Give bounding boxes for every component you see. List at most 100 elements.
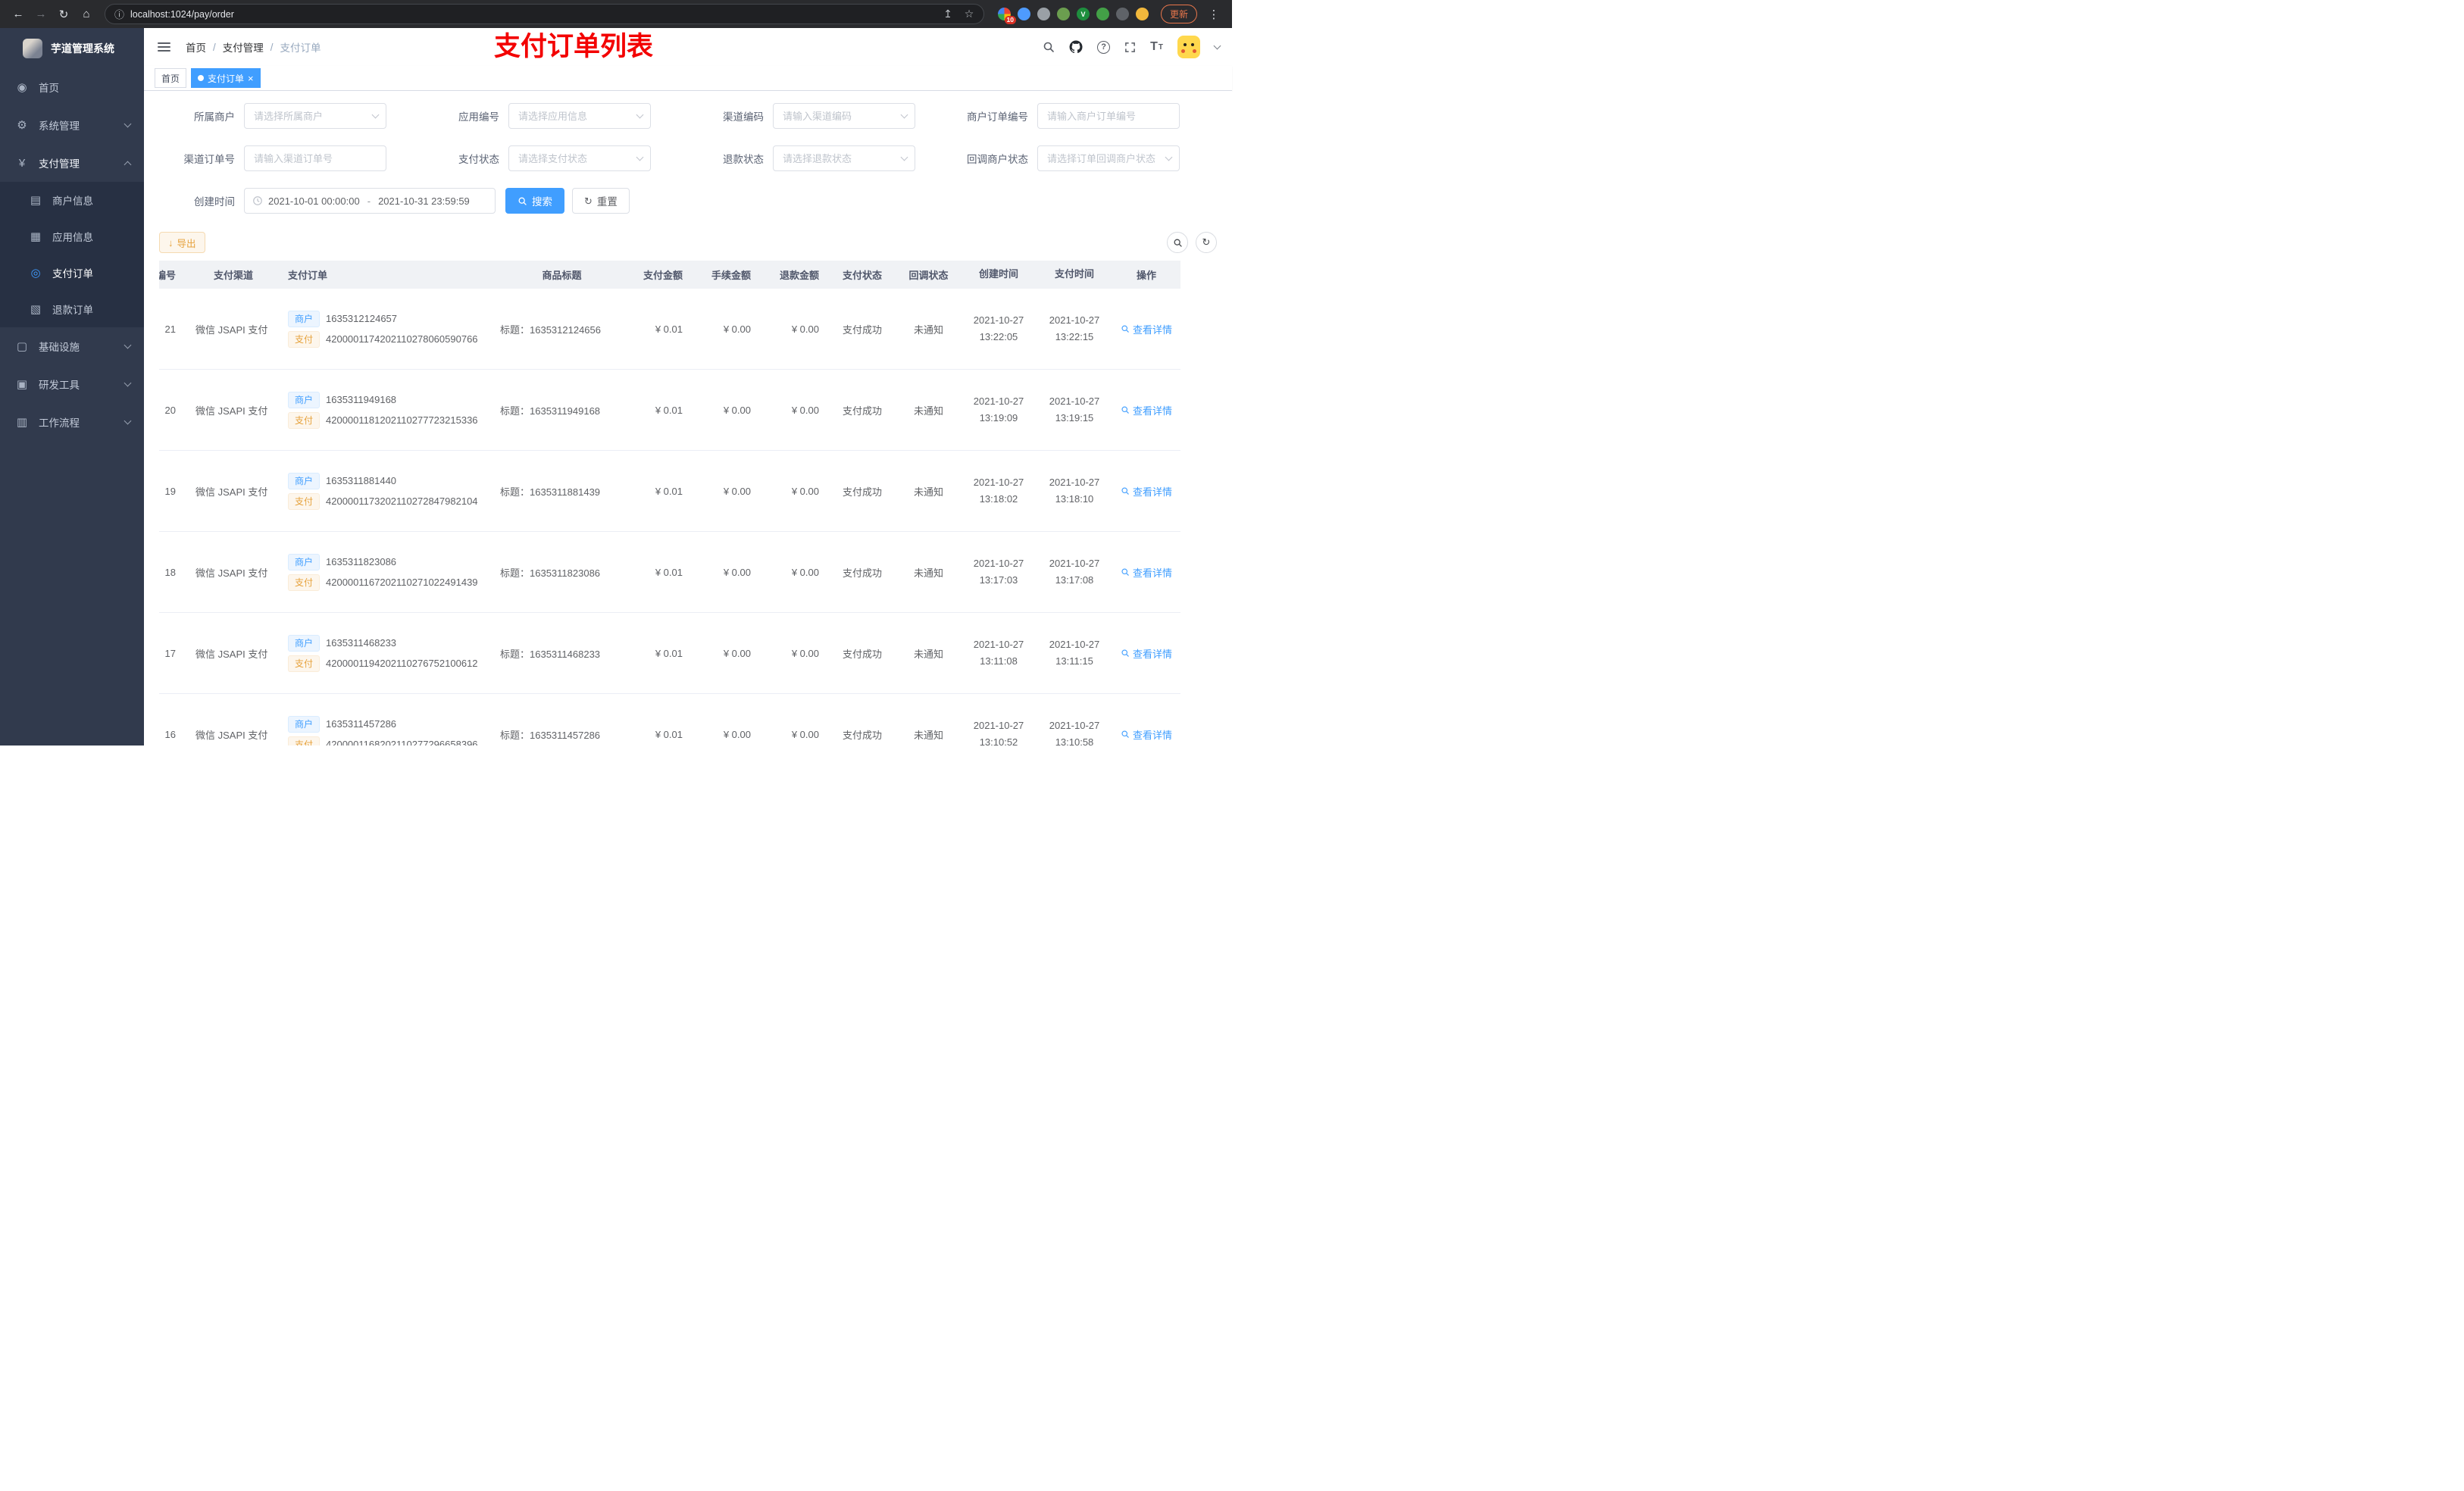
sidebar-item-home[interactable]: ◉ 首页 bbox=[0, 68, 144, 106]
pay-tag: 支付 bbox=[288, 411, 321, 429]
home-icon[interactable]: ⌂ bbox=[76, 4, 97, 25]
user-avatar[interactable] bbox=[1177, 36, 1200, 58]
update-button[interactable]: 更新 bbox=[1160, 5, 1197, 23]
devtools-icon: ▣ bbox=[16, 378, 28, 391]
view-detail-link[interactable]: 查看详情 bbox=[1121, 322, 1172, 336]
extension-chat-icon[interactable] bbox=[1096, 8, 1109, 20]
sidebar-item-infrastructure[interactable]: ▢ 基础设施 bbox=[0, 327, 144, 365]
cell-action: 查看详情 bbox=[1112, 565, 1180, 580]
filter-label: 支付状态 bbox=[458, 154, 499, 165]
reset-button[interactable]: ↻ 重置 bbox=[572, 188, 630, 214]
cell-channel: 微信 JSAPI 支付 bbox=[195, 486, 268, 498]
font-size-icon[interactable]: TT bbox=[1150, 40, 1163, 54]
cell-amount: ¥ 0.01 bbox=[655, 566, 683, 578]
merchant-order-no: 1635311457286 bbox=[326, 718, 397, 730]
chevron-down-icon[interactable] bbox=[1213, 42, 1221, 49]
cell-notify: 未通知 bbox=[913, 567, 943, 579]
pay-tag: 支付 bbox=[288, 492, 321, 510]
sidebar-item-system[interactable]: ⚙ 系统管理 bbox=[0, 106, 144, 144]
app-header: 首页 / 支付管理 / 支付订单 支付订单列表 ? TT bbox=[144, 28, 1232, 66]
help-icon[interactable]: ? bbox=[1097, 40, 1111, 54]
cell-refund: ¥ 0.00 bbox=[791, 404, 819, 416]
filter-select-1[interactable] bbox=[244, 103, 386, 129]
view-detail-link[interactable]: 查看详情 bbox=[1121, 403, 1172, 417]
view-detail-link[interactable]: 查看详情 bbox=[1121, 727, 1172, 742]
cell-action: 查看详情 bbox=[1112, 322, 1180, 336]
cell-title: 标题：1635311881439 bbox=[500, 486, 601, 498]
filter-select-6[interactable] bbox=[508, 145, 651, 171]
info-icon[interactable]: ⓘ bbox=[114, 7, 124, 21]
share-icon[interactable]: ↥ bbox=[938, 5, 958, 23]
refresh-table-button[interactable]: ↻ bbox=[1196, 232, 1217, 253]
sidebar-item-pay-order[interactable]: ◎ 支付订单 bbox=[0, 255, 144, 291]
sidebar-item-merchant-info[interactable]: ▤ 商户信息 bbox=[0, 182, 144, 218]
filter-select-2[interactable] bbox=[508, 103, 651, 129]
logo-avatar bbox=[23, 38, 42, 58]
cell-id: 19 bbox=[164, 485, 176, 497]
dashboard-icon: ◉ bbox=[17, 81, 27, 94]
refresh-icon: ↻ bbox=[584, 195, 593, 207]
back-icon[interactable]: ← bbox=[8, 4, 29, 25]
bookmark-star-icon[interactable]: ☆ bbox=[959, 5, 979, 23]
cell-fee: ¥ 0.00 bbox=[723, 323, 751, 335]
filter-select-8[interactable] bbox=[1037, 145, 1180, 171]
cell-id: 17 bbox=[164, 647, 176, 659]
browser-menu-icon[interactable]: ⋮ bbox=[1203, 4, 1224, 25]
filter-input-4[interactable] bbox=[1037, 103, 1180, 129]
filter-row-2: 渠道订单号 支付状态 退款状态 回调商户状态 bbox=[159, 145, 1217, 171]
view-detail-link[interactable]: 查看详情 bbox=[1121, 646, 1172, 661]
breadcrumb-pay-manage[interactable]: 支付管理 bbox=[223, 39, 264, 55]
extension-dots-icon[interactable]: 10 bbox=[997, 8, 1016, 24]
filter-input-5[interactable] bbox=[244, 145, 386, 171]
extension-drop-icon[interactable] bbox=[1017, 8, 1030, 20]
github-icon[interactable] bbox=[1069, 40, 1083, 54]
search-button[interactable]: 搜索 bbox=[505, 188, 564, 214]
url-bar[interactable]: ⓘ localhost:1024/pay/order ↥ ☆ bbox=[105, 4, 984, 24]
forward-icon[interactable]: → bbox=[30, 4, 52, 25]
view-detail-link[interactable]: 查看详情 bbox=[1121, 484, 1172, 499]
app-icon: ▦ bbox=[30, 230, 42, 243]
extension-gray-icon[interactable] bbox=[1037, 8, 1050, 20]
sidebar-item-refund-order[interactable]: ▧ 退款订单 bbox=[0, 291, 144, 327]
date-range-input[interactable]: 2021-10-01 00:00:00 - 2021-10-31 23:59:5… bbox=[244, 188, 496, 214]
tab-home[interactable]: 首页 bbox=[155, 68, 187, 88]
tab-pay-order[interactable]: 支付订单 × bbox=[191, 68, 261, 88]
cell-action: 查看详情 bbox=[1112, 727, 1180, 742]
sidebar-item-label: 研发工具 bbox=[39, 380, 80, 391]
sidebar-item-app-info[interactable]: ▦ 应用信息 bbox=[0, 218, 144, 255]
cell-ptime: 2021-10-27 13:18:10 bbox=[1049, 476, 1100, 505]
extension-v-icon[interactable]: V bbox=[1076, 8, 1090, 20]
cell-amount: ¥ 0.01 bbox=[655, 404, 683, 416]
filter-select-7[interactable] bbox=[773, 145, 915, 171]
merchant-tag: 商户 bbox=[288, 553, 321, 570]
col-notify: 回调状态 bbox=[908, 270, 949, 281]
merchant-icon: ▤ bbox=[30, 194, 42, 207]
clock-icon bbox=[252, 195, 263, 206]
download-icon: ↓ bbox=[168, 236, 174, 248]
tab-label: 首页 bbox=[161, 73, 180, 84]
filter-field: 渠道订单号 bbox=[159, 145, 424, 171]
toggle-search-button[interactable] bbox=[1167, 232, 1188, 253]
close-icon[interactable]: × bbox=[248, 73, 254, 83]
fullscreen-icon[interactable] bbox=[1124, 42, 1136, 53]
sidebar-fold-icon[interactable] bbox=[156, 39, 172, 55]
app-logo[interactable]: 芋道管理系统 bbox=[0, 28, 144, 68]
reload-icon[interactable]: ↻ bbox=[53, 4, 74, 25]
channel-order-no: 4200001173202110272847982104 bbox=[326, 495, 478, 507]
extension-face-icon[interactable] bbox=[1135, 8, 1149, 20]
cell-ctime: 2021-10-27 13:18:02 bbox=[973, 476, 1024, 505]
filter-select-3[interactable] bbox=[773, 103, 915, 129]
sidebar-item-devtools[interactable]: ▣ 研发工具 bbox=[0, 365, 144, 403]
export-button[interactable]: ↓ 导出 bbox=[159, 232, 205, 253]
breadcrumb-home[interactable]: 首页 bbox=[186, 39, 206, 55]
extension-green-icon[interactable] bbox=[1056, 8, 1070, 20]
extension-puzzle-icon[interactable] bbox=[1115, 8, 1129, 20]
sidebar-item-payment[interactable]: ¥ 支付管理 bbox=[0, 144, 144, 182]
view-detail-link[interactable]: 查看详情 bbox=[1121, 565, 1172, 580]
filter-row-3: 创建时间 2021-10-01 00:00:00 - 2021-10-31 23… bbox=[159, 188, 1217, 214]
sidebar-item-workflow[interactable]: ▥ 工作流程 bbox=[0, 403, 144, 441]
search-icon[interactable] bbox=[1043, 41, 1055, 53]
cell-ctime: 2021-10-27 13:19:09 bbox=[973, 395, 1024, 424]
filter-field: 回调商户状态 bbox=[952, 145, 1217, 171]
cell-action: 查看详情 bbox=[1112, 484, 1180, 499]
